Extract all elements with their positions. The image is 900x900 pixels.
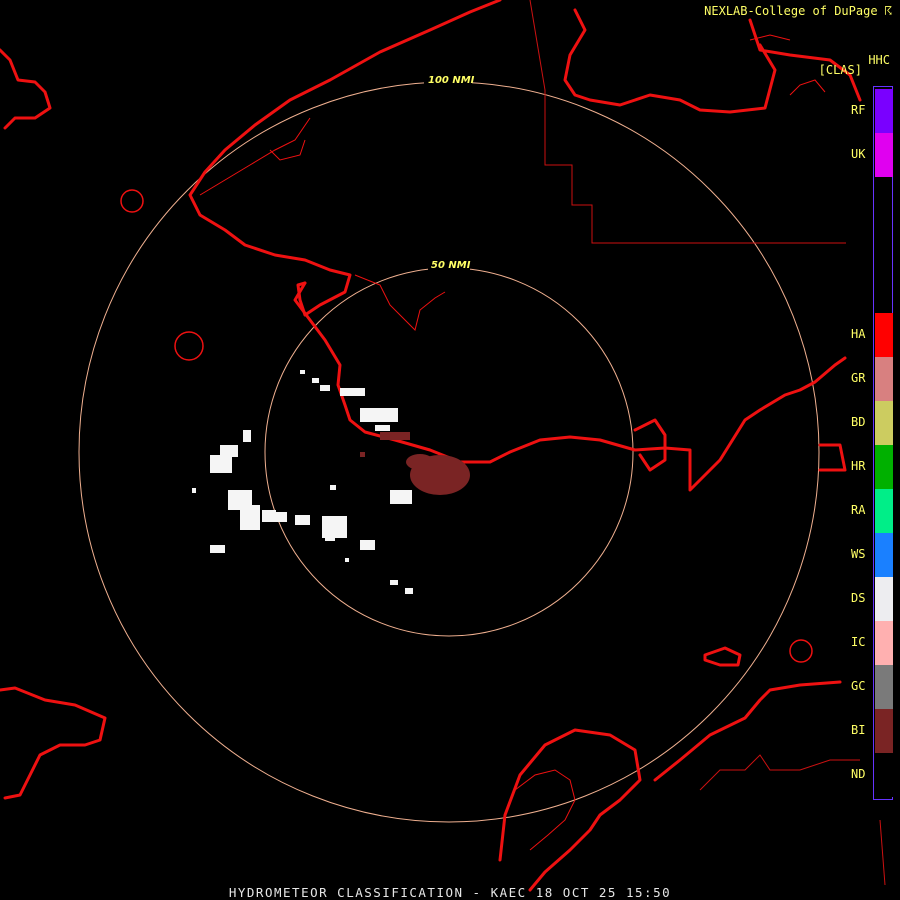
legend-label-gr: GR: [851, 371, 866, 385]
product-class-label: [CLAS]: [818, 63, 862, 77]
legend-label-nd: ND: [851, 767, 866, 781]
bay-loop: [633, 418, 667, 472]
ring-label-100nmi: 100 NMI: [428, 75, 475, 86]
legend-label-ic: IC: [851, 635, 866, 649]
legend-swatch-ra: [875, 489, 893, 533]
legend-label-rf: RF: [851, 103, 866, 117]
legend-swatch-nd: [875, 753, 893, 797]
legend-swatch-ds: [875, 577, 893, 621]
ring-label-50nmi: 50 NMI: [431, 260, 471, 271]
legend-label-bd: BD: [851, 415, 866, 429]
island-se: [703, 646, 742, 667]
legend-label-ha: HA: [851, 327, 866, 341]
nw-coast: [0, 48, 52, 130]
range-ring-50nmi: [264, 267, 634, 637]
legend-label-gc: GC: [851, 679, 866, 693]
legend-swatch-gc: [875, 665, 893, 709]
legend-label-ds: DS: [851, 591, 866, 605]
legend-swatch-ha: [875, 313, 893, 357]
echoes-dry-snow: [192, 370, 413, 594]
legend-swatch-ws: [875, 533, 893, 577]
legend-label-uk: UK: [851, 147, 866, 161]
south-coast-east: [653, 680, 842, 782]
header-credit: NEXLAB-College of DuPage ☈: [704, 4, 892, 18]
sw-coast: [0, 686, 107, 800]
legend-swatch-bi: [875, 709, 893, 753]
product-code: HHC: [868, 53, 890, 67]
legend-swatch-uk: [875, 133, 893, 177]
legend-color-bar: [873, 86, 893, 800]
boundary-lines: [529, 0, 886, 886]
legend-swatch-rf: [875, 89, 893, 133]
legend-swatch-ic: [875, 621, 893, 665]
peninsula-west: [293, 281, 847, 492]
island-circle-2: [174, 331, 204, 361]
island-circle-3: [789, 639, 813, 663]
legend-label-hr: HR: [851, 459, 866, 473]
legend-swatch-bd: [875, 401, 893, 445]
echoes-biological: [360, 432, 470, 495]
ne-coast: [563, 8, 862, 114]
coastlines: [0, 0, 862, 892]
east-notch: [818, 443, 847, 472]
radar-map: 100 NMI 50 NMI: [0, 0, 886, 892]
legend-swatch-gr: [875, 357, 893, 401]
island-circle-1: [120, 189, 144, 213]
legend-swatch-hr: [875, 445, 893, 489]
legend-label-bi: BI: [851, 723, 866, 737]
footer-title: HYDROMETEOR CLASSIFICATION - KAEC 18 OCT…: [228, 885, 672, 900]
legend-label-ws: WS: [851, 547, 866, 561]
legend-label-ra: RA: [851, 503, 866, 517]
